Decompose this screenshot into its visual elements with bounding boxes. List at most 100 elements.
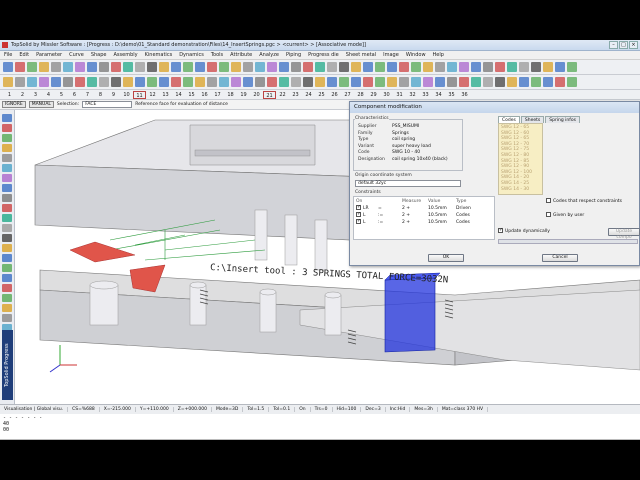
toolbar-tool-icon[interactable] (495, 77, 505, 87)
toolbar-tool-icon[interactable] (555, 62, 565, 72)
layer-button[interactable]: 29 (367, 91, 380, 99)
toolbar-tool-icon[interactable] (171, 62, 181, 72)
toolbar-tool-icon[interactable] (231, 77, 241, 87)
toolbar-tool-icon[interactable] (339, 77, 349, 87)
layer-button[interactable]: 35 (445, 91, 458, 99)
menu-assembly[interactable]: Assembly (114, 52, 138, 58)
layer-button[interactable]: 6 (68, 91, 81, 99)
toolbar-tool-icon[interactable] (171, 77, 181, 87)
layer-button[interactable]: 33 (419, 91, 432, 99)
layer-button[interactable]: 5 (55, 91, 68, 99)
toolbar-tool-icon[interactable] (363, 62, 373, 72)
toolbar-tool-icon[interactable] (471, 62, 481, 72)
layer-button[interactable]: 14 (172, 91, 185, 99)
side-tool-icon[interactable] (2, 134, 12, 142)
layer-button[interactable]: 23 (289, 91, 302, 99)
toolbar-tool-icon[interactable] (111, 77, 121, 87)
layer-button[interactable]: 19 (237, 91, 250, 99)
toolbar-tool-icon[interactable] (147, 62, 157, 72)
layer-button[interactable]: 26 (328, 91, 341, 99)
toolbar-tool-icon[interactable] (195, 77, 205, 87)
layer-button[interactable]: 27 (341, 91, 354, 99)
manual-button[interactable]: MANUAL (28, 101, 54, 108)
minimize-button[interactable]: – (609, 41, 618, 49)
toolbar-tool-icon[interactable] (291, 62, 301, 72)
toolbar-tool-icon[interactable] (39, 77, 49, 87)
toolbar-tool-icon[interactable] (543, 77, 553, 87)
toolbar-tool-icon[interactable] (159, 62, 169, 72)
layer-button[interactable]: 34 (432, 91, 445, 99)
toolbar-tool-icon[interactable] (159, 77, 169, 87)
toolbar-tool-icon[interactable] (567, 77, 577, 87)
layer-button[interactable]: 18 (224, 91, 237, 99)
menu-progress-die[interactable]: Progress die (308, 52, 339, 58)
layer-button[interactable]: 31 (393, 91, 406, 99)
toolbar-tool-icon[interactable] (423, 77, 433, 87)
toolbar-tool-icon[interactable] (387, 62, 397, 72)
layer-button[interactable]: 2 (16, 91, 29, 99)
toolbar-tool-icon[interactable] (363, 77, 373, 87)
toolbar-tool-icon[interactable] (531, 62, 541, 72)
toolbar-tool-icon[interactable] (243, 62, 253, 72)
side-tool-icon[interactable] (2, 224, 12, 232)
codes-respect-checkbox[interactable]: Codes that respect constraints (546, 198, 622, 204)
toolbar-tool-icon[interactable] (555, 77, 565, 87)
side-tool-icon[interactable] (2, 144, 12, 152)
toolbar-tool-icon[interactable] (75, 62, 85, 72)
menu-kinematics[interactable]: Kinematics (145, 52, 173, 58)
layer-button[interactable]: 9 (107, 91, 120, 99)
side-tool-icon[interactable] (2, 284, 12, 292)
menu-image[interactable]: Image (383, 52, 399, 58)
constraint-checkbox[interactable] (356, 211, 361, 218)
toolbar-tool-icon[interactable] (375, 62, 385, 72)
toolbar-tool-icon[interactable] (63, 77, 73, 87)
tab-sheets[interactable]: Sheets (520, 116, 545, 123)
menu-curve[interactable]: Curve (69, 52, 84, 58)
toolbar-tool-icon[interactable] (231, 62, 241, 72)
toolbar-tool-icon[interactable] (3, 62, 13, 72)
toolbar-tool-icon[interactable] (411, 62, 421, 72)
toolbar-tool-icon[interactable] (27, 77, 37, 87)
toolbar-tool-icon[interactable] (183, 62, 193, 72)
toolbar-tool-icon[interactable] (255, 77, 265, 87)
toolbar-tool-icon[interactable] (123, 62, 133, 72)
toolbar-tool-icon[interactable] (15, 77, 25, 87)
toolbar-tool-icon[interactable] (543, 62, 553, 72)
side-tool-icon[interactable] (2, 124, 12, 132)
command-console[interactable]: - - - - - - -40 00 (0, 414, 640, 440)
constraint-checkbox[interactable] (356, 204, 361, 211)
close-button[interactable]: × (629, 41, 638, 49)
layer-button[interactable]: 20 (250, 91, 263, 99)
toolbar-tool-icon[interactable] (291, 77, 301, 87)
update-dynamically-checkbox[interactable]: Update dynamically (498, 227, 550, 234)
layer-button[interactable]: 30 (380, 91, 393, 99)
toolbar-tool-icon[interactable] (327, 77, 337, 87)
toolbar-tool-icon[interactable] (483, 77, 493, 87)
menu-edit[interactable]: Edit (19, 52, 29, 58)
layer-button[interactable]: 22 (276, 91, 289, 99)
toolbar-tool-icon[interactable] (51, 62, 61, 72)
menu-help[interactable]: Help (433, 52, 444, 58)
layer-button[interactable]: 4 (42, 91, 55, 99)
toolbar-tool-icon[interactable] (507, 77, 517, 87)
toolbar-tool-icon[interactable] (27, 62, 37, 72)
toolbar-tool-icon[interactable] (279, 62, 289, 72)
side-tool-icon[interactable] (2, 154, 12, 162)
toolbar-tool-icon[interactable] (435, 62, 445, 72)
layer-button[interactable]: 28 (354, 91, 367, 99)
toolbar-tool-icon[interactable] (411, 77, 421, 87)
toolbar-tool-icon[interactable] (507, 62, 517, 72)
constraint-on-cell[interactable]: L (356, 218, 378, 226)
side-tool-icon[interactable] (2, 194, 12, 202)
toolbar-tool-icon[interactable] (315, 77, 325, 87)
toolbar-tool-icon[interactable] (99, 77, 109, 87)
side-tool-icon[interactable] (2, 254, 12, 262)
toolbar-tool-icon[interactable] (459, 62, 469, 72)
constraint-checkbox[interactable] (356, 218, 361, 225)
codes-list[interactable]: SWG 12 - 65 SWG 12 - 60 SWG 12 - 65 SWG 12 … (498, 123, 543, 195)
toolbar-tool-icon[interactable] (243, 77, 253, 87)
toolbar-tool-icon[interactable] (255, 62, 265, 72)
side-tool-icon[interactable] (2, 174, 12, 182)
toolbar-tool-icon[interactable] (87, 62, 97, 72)
side-tool-icon[interactable] (2, 294, 12, 302)
